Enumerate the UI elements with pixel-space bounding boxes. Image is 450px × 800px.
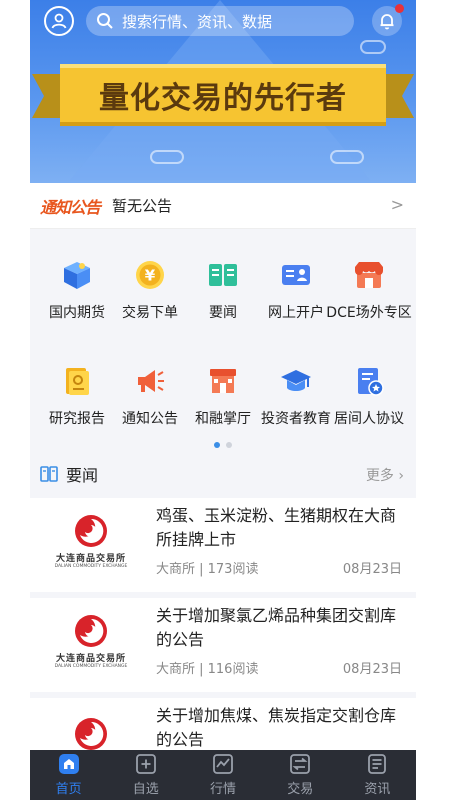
tab-watchlist[interactable]: 自选 [107,750,184,800]
notice-bar[interactable]: 通知公告 暂无公告 > [30,183,416,229]
building-icon [206,364,240,398]
futures-box-icon [60,258,94,292]
notice-text: 暂无公告 [112,197,173,215]
app-screen: 量化交易的先行者 搜索行情、资讯、数据 通知公告 暂无公告 > 国内期货 ¥ 交… [30,0,416,800]
news-title: 关于增加聚氯乙烯品种集团交割库的公告 [156,606,397,649]
banner-ribbon: 量化交易的先行者 [32,58,414,126]
user-icon [51,13,67,29]
yen-coin-icon: ¥ [133,258,167,292]
bell-icon [380,14,394,30]
megaphone-icon [133,364,167,398]
notifications-button[interactable] [372,4,404,36]
promo-banner[interactable]: 量化交易的先行者 搜索行情、资讯、数据 [30,0,416,183]
quick-access-grid: 国内期货 ¥ 交易下单 要闻 网上开户 DCE场外专区 研究报告 通知公告 和融… [30,236,416,450]
news-more-link[interactable]: 更多 › [366,465,404,485]
tab-quotes[interactable]: 行情 [184,750,261,800]
news-date: 08月23日 [342,562,402,577]
notice-tag: 通知公告 [40,197,101,217]
unread-badge [395,4,404,13]
swap-icon [289,753,311,775]
svg-text:¥: ¥ [145,267,156,285]
dce-logo-icon [75,717,107,750]
news-meta: 大商所 | 173阅读 [156,562,259,577]
page-dot [226,442,232,448]
graduation-cap-icon [279,364,313,398]
tab-news[interactable]: 资讯 [339,750,416,800]
grid-item-open-account[interactable]: 网上开户 [256,258,336,322]
chart-line-icon [212,753,234,775]
open-book-icon [206,258,240,292]
news-title: 鸡蛋、玉米淀粉、生猪期权在大商所挂牌上市 [156,506,397,549]
grid-item-headlines[interactable]: 要闻 [183,258,263,322]
bottom-tab-bar: 首页 自选 行情 交易 资讯 [30,750,416,800]
news-section-title: 要闻 [66,466,99,485]
add-square-icon [135,753,157,775]
user-avatar-button[interactable] [44,6,74,36]
news-document-icon [366,753,388,775]
top-bar: 搜索行情、资讯、数据 [30,0,416,44]
grid-page-indicator[interactable] [214,442,232,448]
news-date: 08月23日 [342,662,402,677]
grid-item-place-order[interactable]: ¥ 交易下单 [110,258,190,322]
chevron-right-icon: > [390,195,404,214]
news-thumbnail: 大连商品交易所 DALIAN COMMODITY EXCHANGE [42,509,140,573]
search-icon [97,13,113,29]
grid-item-notices[interactable]: 通知公告 [110,364,190,428]
grid-item-research-reports[interactable]: 研究报告 [37,364,117,428]
home-icon [58,753,80,775]
news-section-header: 要闻 更多 › [30,452,416,496]
grid-item-domestic-futures[interactable]: 国内期货 [37,258,117,322]
tab-trade[interactable]: 交易 [262,750,339,800]
grid-item-herong-hall[interactable]: 和融掌厅 [183,364,263,428]
storefront-icon [352,258,386,292]
dce-logo-icon [75,515,107,547]
news-book-icon [40,466,58,482]
news-meta: 大商所 | 116阅读 [156,662,259,677]
report-document-icon [60,364,94,398]
page-dot-active [214,442,220,448]
search-bar[interactable]: 搜索行情、资讯、数据 [86,6,354,36]
news-list-item[interactable]: 大连商品交易所 DALIAN COMMODITY EXCHANGE 关于增加聚氯… [30,598,416,692]
cloud-decoration [330,150,364,164]
cloud-decoration [150,150,184,164]
news-title: 关于增加焦煤、焦炭指定交割仓库的公告 [156,706,397,749]
grid-item-investor-education[interactable]: 投资者教育 [256,364,336,428]
search-placeholder: 搜索行情、资讯、数据 [122,12,273,31]
news-thumbnail: 大连商品交易所 DALIAN COMMODITY EXCHANGE [42,609,140,673]
agreement-badge-icon [352,364,386,398]
grid-item-dce-otc[interactable]: DCE场外专区 [326,258,412,322]
dce-logo-icon [75,615,107,647]
grid-item-broker-agreement[interactable]: 居间人协议 [329,364,409,428]
id-card-icon [279,258,313,292]
news-list-item[interactable]: 大连商品交易所 DALIAN COMMODITY EXCHANGE 鸡蛋、玉米淀… [30,498,416,592]
banner-slogan: 量化交易的先行者 [60,64,386,126]
tab-home[interactable]: 首页 [30,750,107,800]
